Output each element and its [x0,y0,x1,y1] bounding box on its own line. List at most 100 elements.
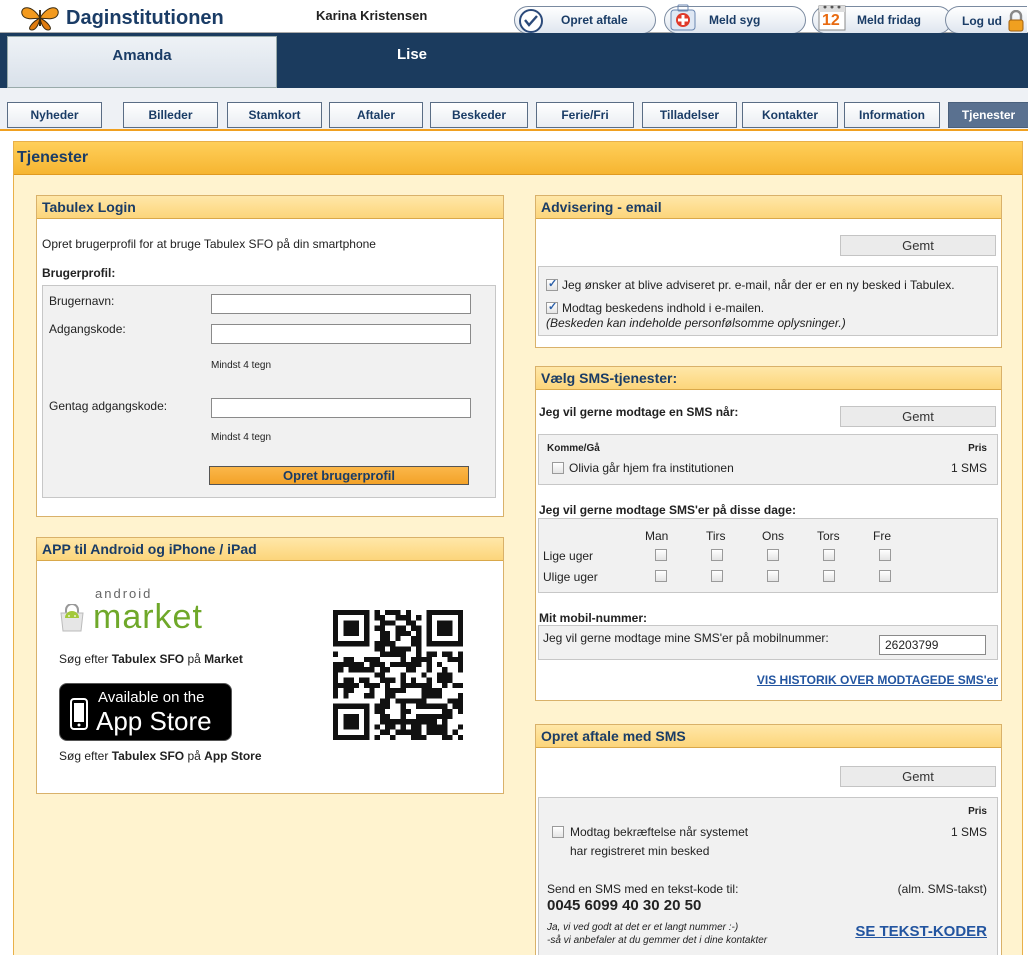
sms-saved-status: Gemt [840,406,996,427]
odd-week-day-checkbox[interactable] [823,570,835,582]
sms-appointment-saved-status: Gemt [840,766,996,787]
sms-events-box: Komme/Gå Pris Olivia går hjem fra instit… [538,434,998,485]
email-options: Jeg ønsker at blive adviseret pr. e-mail… [538,266,998,336]
mobile-number-input[interactable] [879,635,986,655]
create-appointment-label: Opret aftale [561,13,628,27]
repeat-password-input[interactable] [211,398,471,418]
tab-aftaler[interactable]: Aftaler [329,102,423,128]
repeat-password-hint: Mindst 4 tegn [211,432,272,443]
app-name: Daginstitutionen [66,6,224,29]
qr-code [333,610,463,740]
email-panel-title: Advisering - email [541,199,662,215]
android-market-badge[interactable]: android market [59,586,249,644]
email-saved-status: Gemt [840,235,996,256]
child-tab-amanda[interactable]: Amanda [7,36,277,88]
appstore-line1: Available on the [98,689,205,706]
sms-number-note2: -så vi anbefaler at du gemmer det i dine… [547,935,768,946]
email-content-checkbox[interactable] [546,300,558,314]
email-notify-label: Jeg ønsker at blive adviseret pr. e-mail… [562,278,955,292]
child-tab-lise[interactable]: Lise [277,36,547,88]
email-panel-header: Advisering - email [536,196,1001,219]
sms-event-price: 1 SMS [950,461,987,475]
sms-days-box: Man Tirs Ons Tors Fre Lige uger Ulige ug… [538,518,998,593]
first-aid-kit-icon [669,3,697,31]
main-content: Tjenester Tabulex Login Opret brugerprof… [13,141,1023,955]
email-notify-checkbox[interactable] [546,277,558,291]
iphone-icon [70,698,88,730]
odd-week-day-checkbox[interactable] [655,570,667,582]
login-panel-title: Tabulex Login [42,199,136,215]
sms-panel-title: Vælg SMS-tjenester: [541,370,678,386]
confirm-price: 1 SMS [950,825,987,839]
market-word: market [93,598,203,636]
logout-button[interactable]: Log ud [945,6,1027,34]
report-sick-button[interactable]: Meld syg [664,3,806,34]
even-weeks-label: Lige uger [543,549,594,563]
sms-number-note1: Ja, vi ved godt at det er et langt numme… [547,922,739,933]
tab-billeder[interactable]: Billeder [123,102,218,128]
even-week-day-checkbox[interactable] [823,549,835,561]
report-dayoff-button[interactable]: 12 Meld fridag [812,5,952,34]
mobile-label: Jeg vil gerne modtage mine SMS'er på mob… [543,631,829,645]
appstore-line2: App Store [96,706,212,736]
sms-event-checkbox[interactable] [552,462,564,474]
even-week-day-checkbox[interactable] [767,549,779,561]
odd-weeks-label: Ulige uger [543,570,598,584]
email-content-label: Modtag beskedens indhold i e-mailen. [562,301,765,315]
profile-form: Brugernavn: Adgangskode: Mindst 4 tegn G… [42,285,496,498]
odd-week-day-checkbox[interactable] [711,570,723,582]
login-intro: Opret brugerprofil for at bruge Tabulex … [42,237,376,251]
odd-week-day-checkbox[interactable] [879,570,891,582]
username-input[interactable] [211,294,471,314]
login-panel: Tabulex Login Opret brugerprofil for at … [36,195,504,517]
android-search-hint: Søg efter Tabulex SFO på Market [59,652,243,666]
confirm-checkbox[interactable] [552,826,564,838]
tab-information[interactable]: Information [844,102,940,128]
sms-appointment-title: Opret aftale med SMS [541,728,686,744]
sms-number: 0045 6099 40 30 20 50 [547,897,702,914]
sms-appointment-header: Opret aftale med SMS [536,725,1001,748]
tab-beskeder[interactable]: Beskeder [430,102,528,128]
tab-kontakter[interactable]: Kontakter [742,102,838,128]
sms-appointment-panel: Opret aftale med SMS Gemt Pris Modtag be… [535,724,1002,955]
calendar-icon: 12 [817,2,847,32]
sms-history-link[interactable]: VIS HISTORIK OVER MODTAGEDE SMS'er [757,673,998,687]
app-logo[interactable]: Daginstitutionen [18,4,224,32]
day-header: Man [645,529,669,543]
create-profile-button[interactable]: Opret brugerprofil [209,466,469,485]
sms-days-heading: Jeg vil gerne modtage SMS'er på disse da… [539,503,796,517]
password-label: Adgangskode: [49,322,126,336]
even-week-day-checkbox[interactable] [879,549,891,561]
even-week-day-checkbox[interactable] [711,549,723,561]
text-codes-link[interactable]: SE TEKST-KODER [855,923,987,940]
even-week-day-checkbox[interactable] [655,549,667,561]
logout-label: Log ud [962,14,1002,28]
child-tab-label: Lise [396,46,427,63]
tab-stamkort[interactable]: Stamkort [227,102,322,128]
calendar-day: 12 [822,12,840,29]
sms-panel-header: Vælg SMS-tjenester: [536,367,1001,390]
day-header: Tors [817,529,840,543]
sms-group-label: Komme/Gå [547,443,600,454]
tab-tjenester[interactable]: Tjenester [948,102,1028,128]
password-input[interactable] [211,324,471,344]
day-header: Fre [873,529,891,543]
tab-nyheder[interactable]: Nyheder [7,102,102,128]
butterfly-icon [21,7,59,31]
user-name: Karina Kristensen [316,8,428,23]
main-nav: Nyheder Billeder Stamkort Aftaler Besked… [0,88,1028,131]
page-title-bar: Tjenester [14,142,1022,175]
odd-week-day-checkbox[interactable] [767,570,779,582]
create-appointment-button[interactable]: Opret aftale [514,6,656,34]
sms-intro: Jeg vil gerne modtage en SMS når: [539,405,739,419]
tab-tilladelser[interactable]: Tilladelser [642,102,737,128]
report-sick-label: Meld syg [709,13,761,27]
app-panel: APP til Android og iPhone / iPad android… [36,537,504,794]
repeat-password-label: Gentag adgangskode: [49,399,168,413]
tab-ferie-fri[interactable]: Ferie/Fri [536,102,634,128]
day-header: Ons [762,529,785,543]
app-panel-header: APP til Android og iPhone / iPad [37,538,503,561]
shopping-bag-icon [59,603,85,632]
app-store-badge[interactable]: Available on the App Store [59,683,232,741]
sms-appointment-box: Pris Modtag bekræftelse når systemet har… [538,797,998,955]
